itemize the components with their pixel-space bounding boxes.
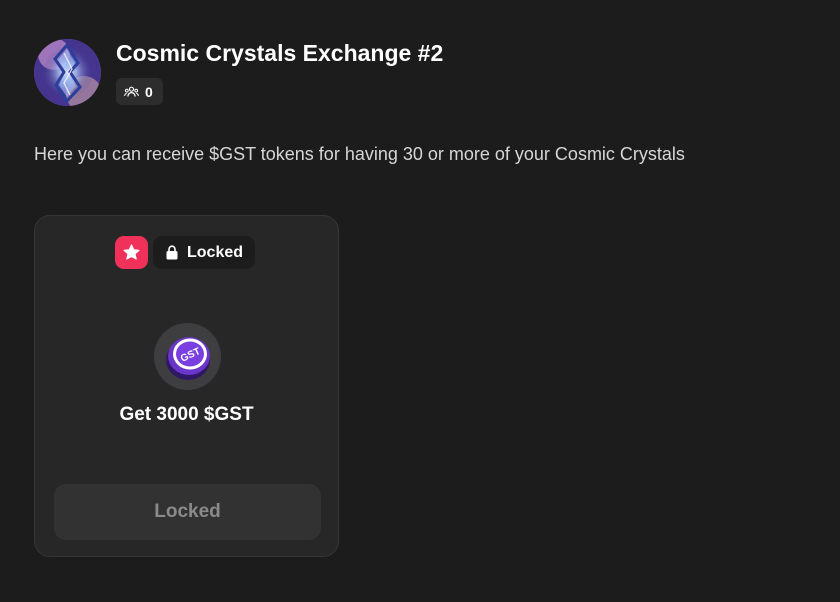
- quest-description: Here you can receive $GST tokens for hav…: [34, 144, 685, 164]
- locked-button[interactable]: Locked: [54, 484, 321, 540]
- reward-card: Locked GST Get 3000 $GST Locked: [34, 215, 339, 557]
- locked-status-label: Locked: [187, 243, 244, 261]
- star-icon: [123, 244, 140, 260]
- token-icon-container: GST: [154, 323, 221, 390]
- crystal-avatar-image: [34, 39, 101, 106]
- gst-token-icon: GST: [165, 336, 210, 380]
- participants-count: 0: [145, 83, 153, 100]
- participants-badge: 0: [116, 78, 163, 105]
- lock-icon: [166, 245, 178, 260]
- people-icon: [124, 86, 139, 97]
- quest-title: Cosmic Crystals Exchange #2: [116, 40, 444, 66]
- star-badge: [115, 236, 148, 269]
- quest-avatar: [34, 39, 101, 106]
- locked-status-chip: Locked: [153, 236, 256, 269]
- reward-text: Get 3000 $GST: [119, 404, 254, 425]
